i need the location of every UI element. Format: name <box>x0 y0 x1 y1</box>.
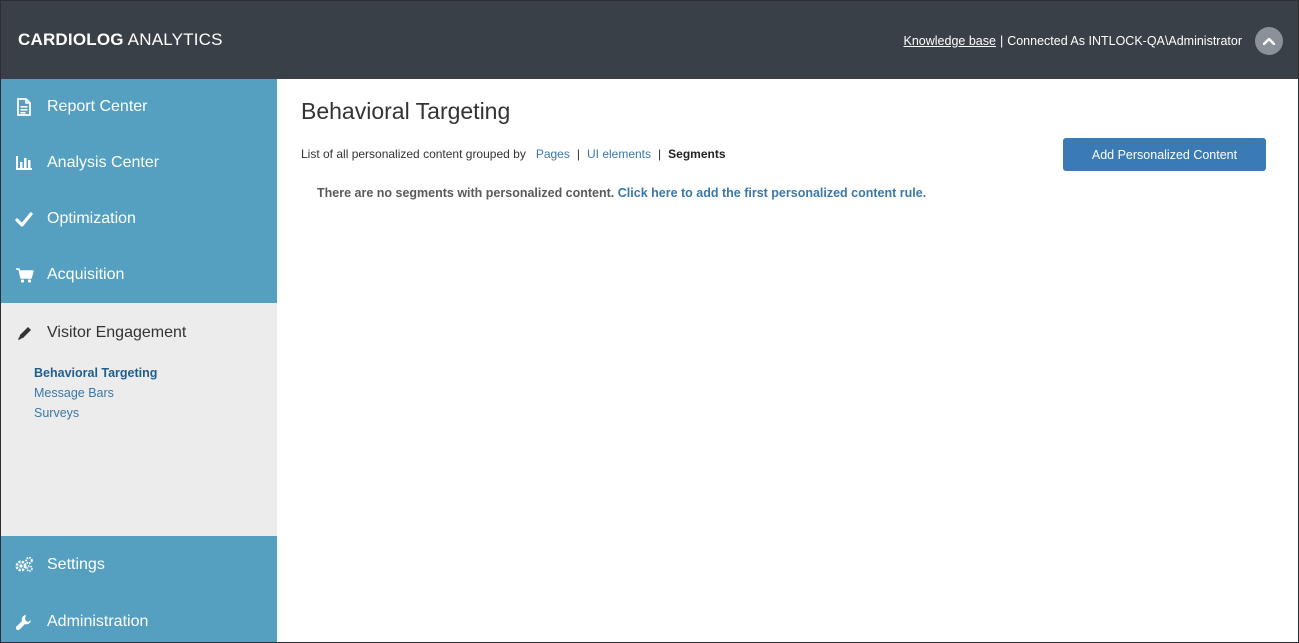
add-personalized-content-button[interactable]: Add Personalized Content <box>1063 138 1266 171</box>
grouping-separator: | <box>576 147 580 161</box>
app-frame: CARDIOLOG ANALYTICS Knowledge base | Con… <box>0 0 1299 643</box>
sidebar-item-label: Administration <box>47 612 149 630</box>
sidebar-item-analysis-center[interactable]: Analysis Center <box>1 135 277 191</box>
sidebar-item-report-center[interactable]: Report Center <box>1 79 277 135</box>
empty-state-message: There are no segments with personalized … <box>317 186 926 200</box>
sidebar-item-label: Optimization <box>47 210 136 227</box>
sidebar-item-acquisition[interactable]: Acquisition <box>1 247 277 303</box>
sidebar-item-label: Visitor Engagement <box>47 324 187 341</box>
checkmark-icon <box>13 208 35 230</box>
group-by-segments-current: Segments <box>668 147 726 161</box>
sidebar-item-label: Acquisition <box>47 266 125 283</box>
page-title: Behavioral Targeting <box>301 98 511 124</box>
sidebar-bottom-group: Settings Administration <box>1 536 277 642</box>
submenu-item-message-bars[interactable]: Message Bars <box>34 383 277 403</box>
group-by-ui-elements-link[interactable]: UI elements <box>587 147 651 161</box>
sidebar-item-settings[interactable]: Settings <box>1 536 277 593</box>
brand-logo: CARDIOLOG ANALYTICS <box>18 30 223 50</box>
header-separator: | <box>999 34 1004 48</box>
top-bar: CARDIOLOG ANALYTICS Knowledge base | Con… <box>1 1 1298 79</box>
knowledge-base-link[interactable]: Knowledge base <box>904 34 996 48</box>
grouping-nav: List of all personalized content grouped… <box>301 147 726 161</box>
sidebar-item-label: Report Center <box>47 98 148 115</box>
group-by-pages-link[interactable]: Pages <box>536 147 570 161</box>
add-first-rule-link[interactable]: Click here to add the first personalized… <box>618 186 926 200</box>
wrench-icon <box>13 611 35 633</box>
sidebar: Report Center Analysis Center Optimizati… <box>1 79 277 642</box>
user-area: Knowledge base | Connected As INTLOCK-QA… <box>904 27 1283 55</box>
gears-icon <box>13 554 35 576</box>
empty-state-text: There are no segments with personalized … <box>317 186 615 200</box>
sidebar-top-group: Report Center Analysis Center Optimizati… <box>1 79 277 303</box>
pencil-icon <box>13 322 35 344</box>
submenu-item-behavioral-targeting[interactable]: Behavioral Targeting <box>34 363 277 383</box>
submenu-item-surveys[interactable]: Surveys <box>34 403 277 423</box>
grouping-separator: | <box>658 147 662 161</box>
brand-name-rest: ANALYTICS <box>123 30 223 49</box>
grouping-label: List of all personalized content grouped… <box>301 147 526 161</box>
bar-chart-icon <box>13 152 35 174</box>
brand-name-strong: CARDIOLOG <box>18 30 124 49</box>
sidebar-submenu: Behavioral Targeting Message Bars Survey… <box>1 363 277 423</box>
cart-icon <box>13 264 35 286</box>
sidebar-item-optimization[interactable]: Optimization <box>1 191 277 247</box>
sidebar-item-label: Analysis Center <box>47 154 160 171</box>
chevron-up-icon <box>1263 37 1275 45</box>
sidebar-item-visitor-engagement[interactable]: Visitor Engagement <box>1 303 277 363</box>
main-content: Behavioral Targeting List of all persona… <box>277 79 1298 642</box>
collapse-header-button[interactable] <box>1255 27 1283 55</box>
sidebar-active-section: Visitor Engagement Behavioral Targeting … <box>1 303 277 537</box>
connected-as-text: Connected As INTLOCK-QA\Administrator <box>1007 34 1242 48</box>
sidebar-item-label: Settings <box>47 555 105 573</box>
sidebar-item-administration[interactable]: Administration <box>1 593 277 642</box>
document-icon <box>13 96 35 118</box>
